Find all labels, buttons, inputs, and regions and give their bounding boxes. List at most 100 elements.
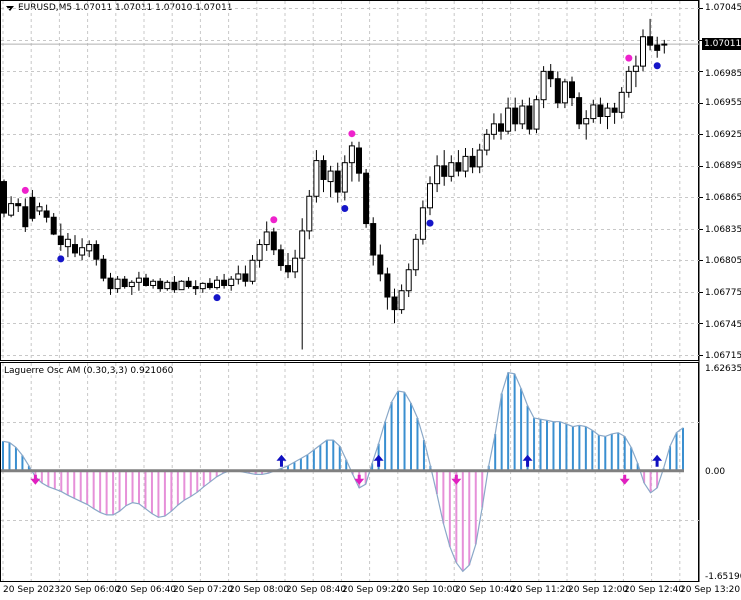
candle-bear: [512, 107, 519, 125]
candle-bear: [43, 210, 50, 218]
osc-axis-label-zero: 0.00: [705, 467, 726, 477]
candle-bull: [476, 149, 483, 168]
candle-bear: [526, 105, 533, 130]
candle-bear: [72, 244, 78, 254]
candle-bear: [384, 273, 391, 298]
candle-bull: [228, 278, 235, 286]
candle-bear: [157, 280, 164, 290]
price-axis-label: 1.06715: [705, 351, 741, 361]
price-axis-label: 1.06955: [705, 98, 741, 108]
candle-bull: [419, 207, 426, 240]
time-axis-label: 20 Sep 13:20: [680, 585, 741, 595]
candle-bear: [206, 282, 213, 289]
candle-bull: [490, 123, 497, 135]
candle-bear: [107, 277, 114, 290]
candle-bull: [618, 91, 625, 113]
candle-bear: [192, 286, 199, 290]
candle-bull: [164, 281, 171, 290]
candle-bull: [533, 99, 540, 130]
candle-bull: [341, 162, 348, 193]
candle-bear: [100, 258, 107, 279]
time-axis-label: 20 Sep 12:00: [568, 585, 629, 595]
candle-bear: [647, 36, 654, 46]
candle-bear: [143, 277, 149, 286]
time-axis-label: 20 Sep 08:40: [286, 585, 347, 595]
candle-bull: [405, 269, 412, 292]
down-arrow-icon: [619, 474, 630, 485]
price-axis-label: 1.06835: [705, 225, 741, 235]
time-axis-label: 20 Sep 06:40: [116, 585, 177, 595]
sell-signal-dot: [270, 216, 278, 224]
candle-bear: [469, 155, 476, 168]
time-axis-label: 20 Sep 10:00: [398, 585, 459, 595]
candle-bear: [121, 278, 128, 288]
candle-bull: [199, 282, 206, 290]
candle-bear: [391, 296, 398, 311]
candle-bull: [86, 244, 93, 252]
price-axis-label: 1.06745: [705, 320, 741, 330]
candle-bull: [263, 231, 270, 246]
price-axis-label: 1.07045: [705, 3, 741, 13]
candle-bull: [128, 281, 135, 288]
buy-signal-dot: [426, 219, 434, 227]
candle-bear: [1, 181, 7, 214]
candle-bull: [64, 238, 71, 248]
candle-bear: [611, 107, 618, 113]
buy-signal-dot: [213, 294, 221, 302]
up-arrow-icon: [522, 454, 533, 467]
candle-bear: [93, 244, 100, 260]
candle-bull: [590, 104, 597, 120]
candle-bull: [8, 203, 15, 216]
candle-bear: [277, 249, 284, 267]
time-axis-label: 20 Sep 11:20: [511, 585, 572, 595]
candle-bear: [334, 170, 341, 193]
time-axis-label: 20 Sep 09:20: [342, 585, 403, 595]
time-axis-label: 20 Sep 07:20: [173, 585, 234, 595]
candle-bull: [483, 133, 490, 151]
sell-signal-dot: [625, 54, 633, 62]
time-axis-label: 20 Sep 2023: [3, 585, 61, 595]
candle-bear: [554, 78, 561, 104]
candle-bear: [50, 216, 57, 235]
candle-bull: [235, 273, 242, 280]
osc-axis-label-max: 1.626352: [705, 364, 741, 374]
candle-bull: [434, 165, 441, 185]
time-axis-label: 20 Sep 08:00: [229, 585, 290, 595]
candle-bear: [270, 231, 277, 251]
candle-bull: [348, 145, 355, 164]
candle-bear: [320, 160, 327, 180]
candle-bull: [561, 81, 568, 104]
candle-bull: [313, 160, 320, 197]
price-axis-label: 1.06805: [705, 256, 741, 266]
candle-bull: [583, 118, 590, 125]
candle-bull: [256, 244, 263, 261]
price-axis-label: 1.06985: [705, 69, 741, 79]
buy-signal-dot: [57, 255, 65, 263]
candle-bear: [441, 165, 448, 177]
price-axis-label: 1.06895: [705, 161, 741, 171]
time-axis-label: 20 Sep 06:00: [60, 585, 121, 595]
chart-area[interactable]: [0, 0, 741, 600]
candle-bear: [242, 273, 249, 282]
candle-bear: [498, 123, 504, 132]
candle-bear: [597, 104, 604, 118]
candle-bear: [569, 81, 575, 99]
candle-bull: [292, 257, 299, 273]
up-arrow-icon: [652, 454, 663, 467]
time-axis-label: 20 Sep 10:40: [455, 585, 516, 595]
buy-signal-dot: [653, 62, 661, 70]
price-axis-label: 1.06925: [705, 130, 741, 140]
up-arrow-icon: [276, 454, 287, 467]
candle-bear: [15, 203, 22, 207]
candle-bull: [114, 278, 121, 290]
candle-bear: [356, 147, 362, 174]
down-arrow-icon: [30, 474, 41, 485]
candle-bull: [519, 105, 526, 125]
down-arrow-icon: [354, 474, 365, 485]
candle-bear: [547, 70, 554, 80]
candle-bear: [285, 265, 291, 273]
candle-bull: [625, 70, 632, 93]
candle-bear: [57, 235, 64, 246]
candle-bear: [654, 44, 661, 51]
candle-bear: [221, 279, 228, 286]
